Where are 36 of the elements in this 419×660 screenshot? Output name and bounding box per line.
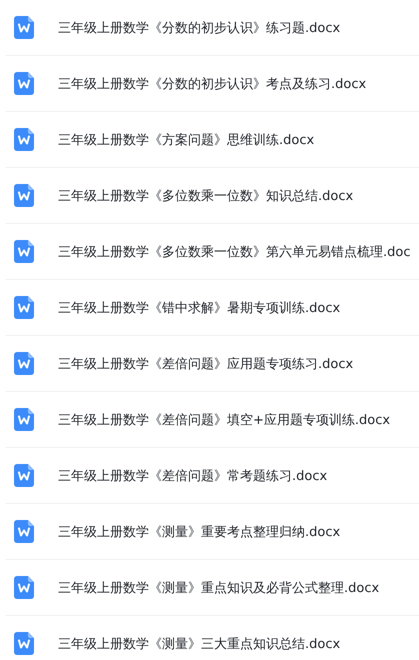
file-name: 三年级上册数学《多位数乘一位数》知识总结.docx (58, 188, 354, 204)
file-row[interactable]: 三年级上册数学《差倍问题》填空+应用题专项训练.docx (6, 392, 419, 448)
word-document-icon (14, 352, 34, 375)
file-row[interactable]: 三年级上册数学《方案问题》思维训练.docx (6, 112, 419, 168)
file-name: 三年级上册数学《多位数乘一位数》第六单元易错点梳理.doc (58, 244, 410, 260)
word-document-icon (14, 240, 34, 263)
file-name: 三年级上册数学《分数的初步认识》练习题.docx (58, 20, 340, 36)
word-document-icon (14, 128, 34, 151)
file-name: 三年级上册数学《分数的初步认识》考点及练习.docx (58, 76, 366, 92)
word-document-icon (14, 520, 34, 543)
file-row[interactable]: 三年级上册数学《差倍问题》应用题专项练习.docx (6, 336, 419, 392)
word-document-icon (14, 576, 34, 599)
file-row[interactable]: 三年级上册数学《分数的初步认识》练习题.docx (6, 0, 419, 56)
word-document-icon (14, 16, 34, 39)
file-name: 三年级上册数学《测量》三大重点知识总结.docx (58, 636, 340, 652)
file-row[interactable]: 三年级上册数学《差倍问题》常考题练习.docx (6, 448, 419, 504)
word-document-icon (14, 464, 34, 487)
file-name: 三年级上册数学《差倍问题》常考题练习.docx (58, 468, 328, 484)
word-document-icon (14, 184, 34, 207)
file-name: 三年级上册数学《测量》重点知识及必背公式整理.docx (58, 580, 380, 596)
file-row[interactable]: 三年级上册数学《测量》重要考点整理归纳.docx (6, 504, 419, 560)
word-document-icon (14, 632, 34, 655)
file-row[interactable]: 三年级上册数学《错中求解》暑期专项训练.docx (6, 280, 419, 336)
file-row[interactable]: 三年级上册数学《分数的初步认识》考点及练习.docx (6, 56, 419, 112)
file-row[interactable]: 三年级上册数学《多位数乘一位数》知识总结.docx (6, 168, 419, 224)
file-name: 三年级上册数学《差倍问题》填空+应用题专项训练.docx (58, 412, 390, 428)
file-row[interactable]: 三年级上册数学《测量》三大重点知识总结.docx (6, 616, 419, 660)
word-document-icon (14, 408, 34, 431)
file-name: 三年级上册数学《方案问题》思维训练.docx (58, 132, 314, 148)
file-name: 三年级上册数学《差倍问题》应用题专项练习.docx (58, 356, 354, 372)
file-name: 三年级上册数学《测量》重要考点整理归纳.docx (58, 524, 340, 540)
file-name: 三年级上册数学《错中求解》暑期专项训练.docx (58, 300, 340, 316)
word-document-icon (14, 296, 34, 319)
word-document-icon (14, 72, 34, 95)
file-row[interactable]: 三年级上册数学《多位数乘一位数》第六单元易错点梳理.doc (6, 224, 419, 280)
file-row[interactable]: 三年级上册数学《测量》重点知识及必背公式整理.docx (6, 560, 419, 616)
